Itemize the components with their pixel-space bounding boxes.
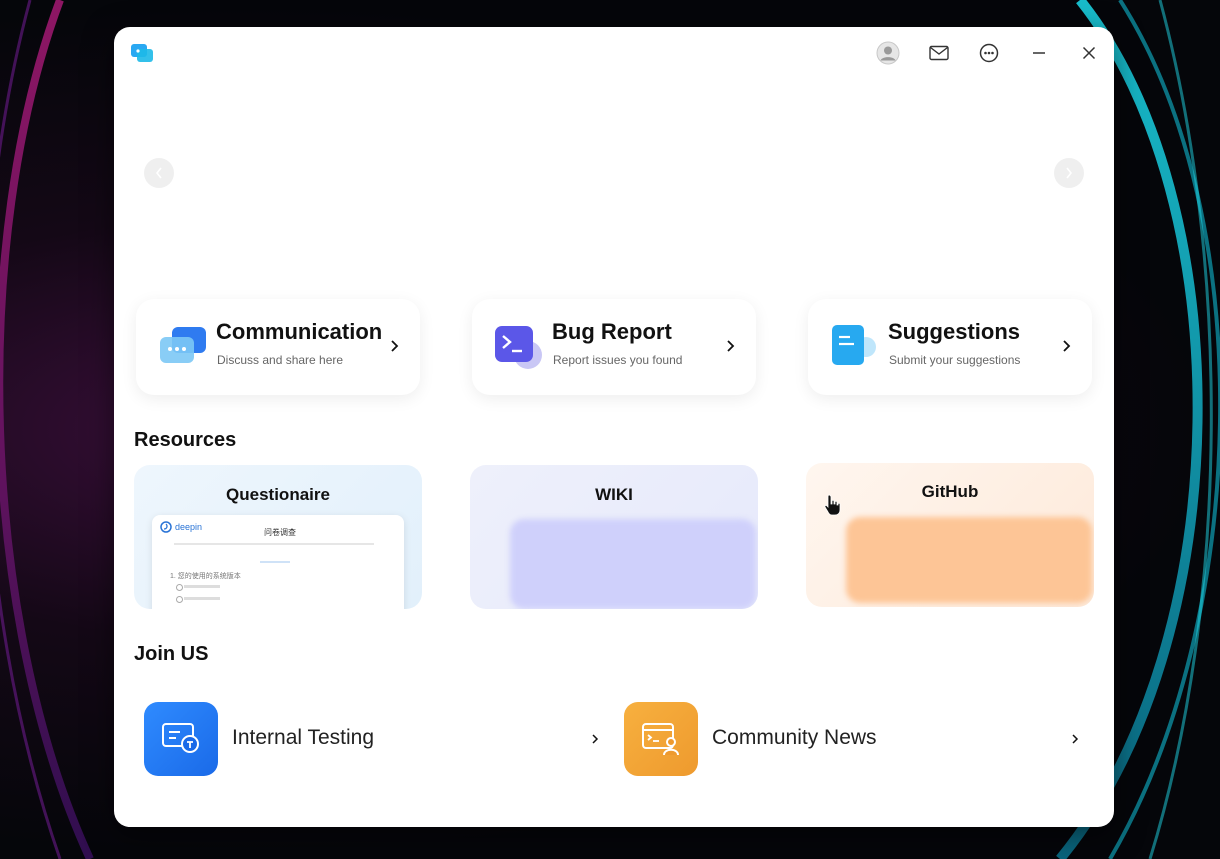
internal-testing-row[interactable]: Internal Testing [144,702,600,778]
chevron-right-icon [1063,340,1071,352]
avatar-icon[interactable] [874,39,902,67]
chevron-right-icon [391,340,399,352]
resource-title: Questionaire [226,485,330,504]
feature-subtitle: Submit your suggestions [889,353,1021,367]
feature-subtitle: Discuss and share here [217,353,344,367]
join-us-heading: Join US [134,643,209,665]
questionaire-card[interactable]: Questionaire deepin 问卷调查 1. 您的使用的系统版本 [134,465,422,609]
wiki-card[interactable]: WIKI [470,465,758,609]
bug-report-card[interactable]: Bug Report Report issues you found [472,299,756,395]
feature-title: Communication [216,319,383,344]
feature-subtitle: Report issues you found [553,353,683,367]
app-logo-icon [130,41,154,65]
chevron-right-icon [727,340,735,352]
suggestions-card[interactable]: Suggestions Submit your suggestions [808,299,1092,395]
chat-bubbles-icon [158,325,208,371]
chevron-right-icon [1072,734,1079,744]
terminal-icon [494,325,544,371]
hand-cursor-icon [824,494,841,516]
preview-question: 1. 您的使用的系统版本 [170,573,241,580]
join-label: Internal Testing [232,726,375,749]
titlebar [114,27,1114,79]
more-icon[interactable] [975,39,1003,67]
close-icon[interactable] [1075,39,1103,67]
github-preview [846,517,1092,603]
banner-carousel [114,83,1114,293]
deepin-logo-text: deepin [175,522,203,532]
app-window: Communication Discuss and share here Bug… [114,27,1114,827]
resources-heading: Resources [134,429,237,451]
chevron-left-icon [155,167,162,179]
chevron-right-icon [1066,167,1073,179]
preview-heading: 问卷调查 [264,528,296,537]
minimize-icon[interactable] [1025,39,1053,67]
communication-card[interactable]: Communication Discuss and share here [136,299,420,395]
community-news-row[interactable]: Community News [624,702,1080,778]
internal-testing-icon [144,702,218,776]
wiki-preview [510,519,756,609]
mail-icon[interactable] [925,39,953,67]
chevron-right-icon [592,734,599,744]
resource-title: WIKI [595,485,633,504]
github-card[interactable]: GitHub [806,463,1094,607]
feature-title: Bug Report [552,319,672,344]
join-label: Community News [712,726,877,749]
document-icon [830,325,880,371]
feature-title: Suggestions [888,319,1021,344]
resource-title: GitHub [921,482,979,501]
carousel-next-button[interactable] [1054,158,1084,188]
deepin-logo-icon [160,521,172,533]
carousel-prev-button[interactable] [144,158,174,188]
community-news-icon [624,702,698,776]
questionaire-preview: deepin 问卷调查 1. 您的使用的系统版本 [152,515,404,609]
